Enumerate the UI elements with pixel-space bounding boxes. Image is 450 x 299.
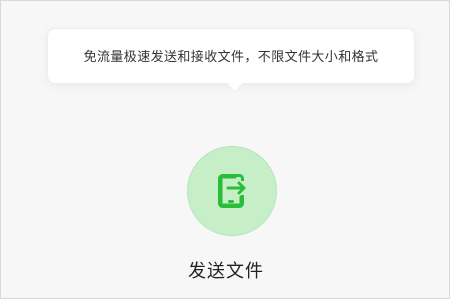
send-file-label: 发送文件 [188, 261, 264, 282]
tooltip-text: 免流量极速发送和接收文件，不限文件大小和格式 [83, 50, 379, 65]
feature-tooltip: 免流量极速发送和接收文件，不限文件大小和格式 [47, 28, 415, 84]
tooltip-arrow [227, 83, 243, 91]
send-file-icon [218, 174, 246, 208]
app-panel: 免流量极速发送和接收文件，不限文件大小和格式 发送文件 [0, 0, 450, 299]
send-file-button[interactable] [187, 146, 277, 236]
